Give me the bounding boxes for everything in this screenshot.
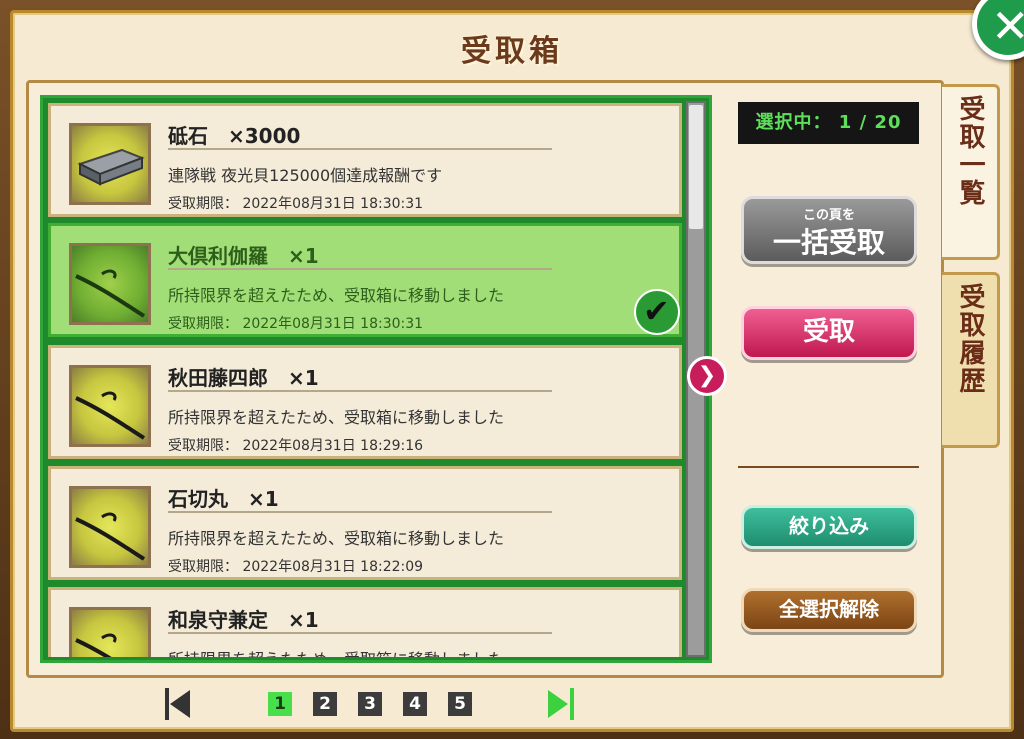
button-divider	[738, 466, 919, 468]
item-name: 大倶利伽羅 ×1	[168, 244, 319, 268]
item-description: 所持限界を超えたため、受取箱に移動しました	[168, 529, 505, 548]
divider	[168, 511, 552, 513]
whetstone-icon	[69, 123, 151, 205]
bulk-receive-label: 一括受取	[772, 226, 885, 259]
divider	[168, 268, 552, 270]
list-item[interactable]: 石切丸 ×1 所持限界を超えたため、受取箱に移動しました 受取期限： 2022年…	[48, 466, 682, 580]
first-page-arrow	[170, 690, 190, 718]
receive-button[interactable]: 受取	[741, 306, 917, 360]
item-deadline: 受取期限： 2022年08月31日 18:30:31	[168, 316, 424, 332]
bulk-receive-button[interactable]: この頁を 一括受取	[741, 196, 917, 264]
item-deadline: 受取期限： 2022年08月31日 18:22:09	[168, 559, 424, 575]
divider	[168, 390, 552, 392]
item-name: 石切丸 ×1	[168, 487, 279, 511]
item-name: 砥石 ×3000	[168, 124, 301, 148]
first-page-icon	[165, 688, 169, 720]
dialog-title: 受取箱	[461, 34, 563, 69]
list-item[interactable]: 大倶利伽羅 ×1 所持限界を超えたため、受取箱に移動しました 受取期限： 202…	[48, 223, 682, 337]
item-description: 所持限界を超えたため、受取箱に移動しました	[168, 286, 505, 305]
tab-receive-history-label: 受取履歴	[955, 283, 985, 395]
tab-receive-history[interactable]: 受取履歴	[942, 272, 1000, 448]
sword-icon	[69, 365, 151, 447]
list-item[interactable]: 秋田藤四郎 ×1 所持限界を超えたため、受取箱に移動しました 受取期限： 202…	[48, 345, 682, 459]
last-page-arrow	[548, 690, 568, 718]
scroll-thumb[interactable]	[689, 105, 703, 229]
tab-receive-list[interactable]: 受取一覧	[942, 84, 1000, 260]
item-description: 所持限界を超えたため、受取箱に移動しました	[168, 408, 505, 427]
item-description: 連隊戦 夜光貝125000個達成報酬です	[168, 166, 443, 185]
list-item[interactable]: 和泉守兼定 ×1 所持限界を超えたため、受取箱に移動しました	[48, 587, 682, 657]
chevron-right-icon[interactable]: ❯	[687, 356, 727, 396]
sword-icon	[69, 243, 151, 325]
filter-button[interactable]: 絞り込み	[741, 505, 917, 549]
page-3-button[interactable]: 3	[358, 692, 382, 716]
deselect-all-button[interactable]: 全選択解除	[741, 588, 917, 632]
list-item[interactable]: 砥石 ×3000 連隊戦 夜光貝125000個達成報酬です 受取期限： 2022…	[48, 103, 682, 217]
checkmark-icon: ✔	[634, 289, 680, 335]
item-name: 秋田藤四郎 ×1	[168, 366, 319, 390]
divider	[168, 632, 552, 634]
selection-counter: 選択中： 1 / 20	[738, 102, 919, 144]
page-4-button[interactable]: 4	[403, 692, 427, 716]
last-page-icon	[570, 688, 574, 720]
sword-icon	[69, 486, 151, 568]
tab-receive-list-label: 受取一覧	[955, 95, 985, 207]
divider	[168, 148, 552, 150]
last-page-button[interactable]	[548, 688, 576, 720]
page-1-button[interactable]: 1	[268, 692, 292, 716]
item-name: 和泉守兼定 ×1	[168, 608, 319, 632]
page-5-button[interactable]: 5	[448, 692, 472, 716]
first-page-button[interactable]	[165, 688, 193, 720]
item-deadline: 受取期限： 2022年08月31日 18:29:16	[168, 438, 424, 454]
item-description: 所持限界を超えたため、受取箱に移動しました	[168, 646, 504, 657]
sword-icon	[69, 607, 151, 657]
item-deadline: 受取期限： 2022年08月31日 18:30:31	[168, 196, 424, 212]
close-icon: ✕	[991, 0, 1024, 53]
page-2-button[interactable]: 2	[313, 692, 337, 716]
